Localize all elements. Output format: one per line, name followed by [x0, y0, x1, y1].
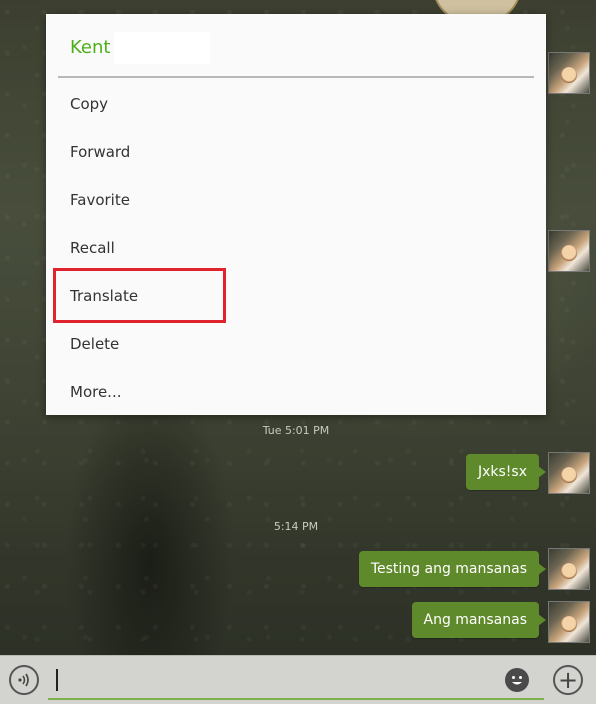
- voice-wave-glyph: [18, 673, 29, 687]
- avatar[interactable]: [548, 230, 590, 272]
- menu-item-copy[interactable]: Copy: [46, 80, 546, 128]
- menu-item-translate[interactable]: Translate: [46, 272, 546, 320]
- menu-item-delete[interactable]: Delete: [46, 320, 546, 368]
- menu-item-recall[interactable]: Recall: [46, 224, 546, 272]
- avatar[interactable]: [548, 52, 590, 94]
- message-timestamp: Tue 5:01 PM: [262, 424, 330, 437]
- menu-divider: [58, 76, 534, 78]
- voice-icon[interactable]: [9, 665, 39, 695]
- avatar[interactable]: [548, 452, 590, 494]
- message-input[interactable]: [48, 664, 544, 700]
- message-input-bar: +: [0, 655, 596, 704]
- avatar[interactable]: [548, 601, 590, 643]
- avatar[interactable]: [548, 548, 590, 590]
- redacted-name-area: [114, 32, 210, 64]
- menu-item-more[interactable]: More...: [46, 368, 546, 416]
- text-caret: [56, 669, 58, 691]
- message-timestamp: 5:14 PM: [273, 520, 319, 533]
- smiley-glyph: [506, 669, 528, 691]
- message-context-menu: Kent Copy Forward Favorite Recall Transl…: [46, 14, 546, 415]
- menu-item-favorite[interactable]: Favorite: [46, 176, 546, 224]
- emoji-icon[interactable]: [505, 668, 529, 692]
- menu-item-forward[interactable]: Forward: [46, 128, 546, 176]
- message-bubble[interactable]: Ang mansanas: [411, 602, 546, 638]
- message-bubble[interactable]: Testing ang mansanas: [358, 551, 547, 587]
- message-bubble[interactable]: Jxks!sx: [465, 454, 547, 490]
- plus-icon[interactable]: +: [553, 665, 583, 695]
- menu-title: Kent: [70, 37, 111, 58]
